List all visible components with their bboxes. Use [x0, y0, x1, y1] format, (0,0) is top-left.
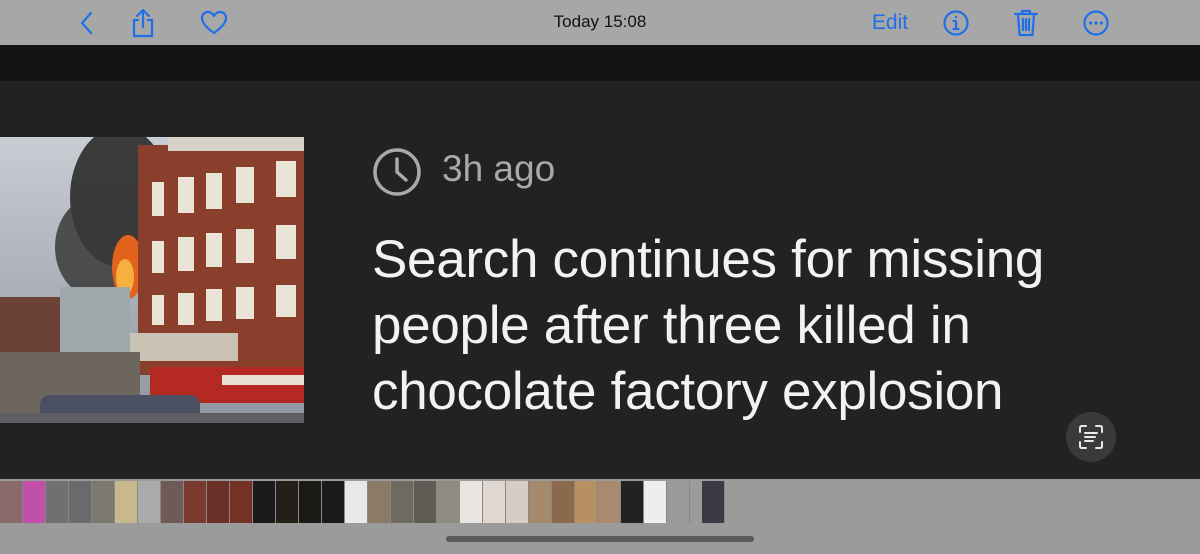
- live-text-icon: [1079, 425, 1103, 449]
- article-age: 3h ago: [442, 148, 556, 189]
- trash-icon: [1013, 9, 1039, 37]
- filmstrip-thumbnail[interactable]: [345, 481, 368, 523]
- filmstrip-thumbnail[interactable]: [414, 481, 437, 523]
- filmstrip-thumbnail[interactable]: [253, 481, 276, 523]
- clock-icon: [372, 147, 422, 202]
- info-button[interactable]: [942, 6, 970, 40]
- filmstrip-thumbnail[interactable]: [368, 481, 391, 523]
- filmstrip-thumbnail[interactable]: [460, 481, 483, 523]
- filmstrip-thumbnail[interactable]: [437, 481, 460, 523]
- filmstrip-thumbnail[interactable]: [621, 481, 644, 523]
- more-button[interactable]: [1082, 6, 1110, 40]
- photo-viewer[interactable]: 3h ago Search continues for missing peop…: [0, 45, 1200, 479]
- filmstrip-thumbnail[interactable]: [575, 481, 598, 523]
- photo-filmstrip: [0, 479, 1200, 554]
- filmstrip-thumbnail[interactable]: [69, 481, 92, 523]
- filmstrip-thumbnail[interactable]: [299, 481, 322, 523]
- home-indicator: [446, 536, 754, 542]
- filmstrip-thumbnail[interactable]: [115, 481, 138, 523]
- edit-button[interactable]: Edit: [866, 6, 914, 40]
- more-icon: [1083, 10, 1109, 36]
- photos-toolbar: Today 15:08 Edit: [0, 0, 1200, 45]
- filmstrip-thumbnail[interactable]: [506, 481, 529, 523]
- filmstrip-thumbnail[interactable]: [552, 481, 575, 523]
- filmstrip-thumbnail[interactable]: [483, 481, 506, 523]
- filmstrip-thumbnail[interactable]: [702, 481, 725, 523]
- filmstrip-thumbnail[interactable]: [207, 481, 230, 523]
- filmstrip-thumbnail[interactable]: [46, 481, 69, 523]
- filmstrip-thumbnail[interactable]: [529, 481, 552, 523]
- filmstrip-thumbnail[interactable]: [667, 481, 690, 523]
- delete-button[interactable]: [1012, 6, 1040, 40]
- filmstrip-thumbnail[interactable]: [230, 481, 253, 523]
- photo-top-band: [0, 45, 1200, 81]
- filmstrip-thumbnail[interactable]: [322, 481, 345, 523]
- info-icon: [943, 10, 969, 36]
- filmstrip-thumbnail[interactable]: [161, 481, 184, 523]
- filmstrip-thumbnail[interactable]: [138, 481, 161, 523]
- article-thumbnail: [0, 137, 304, 423]
- filmstrip-thumbnail[interactable]: [276, 481, 299, 523]
- filmstrip-thumbnail[interactable]: [92, 481, 115, 523]
- filmstrip-thumbnail[interactable]: [0, 481, 23, 523]
- filmstrip-thumbnail[interactable]: [598, 481, 621, 523]
- filmstrip-thumbnail[interactable]: [644, 481, 667, 523]
- filmstrip-thumbnail[interactable]: [391, 481, 414, 523]
- live-text-button[interactable]: [1066, 412, 1116, 462]
- filmstrip-thumbnail[interactable]: [23, 481, 46, 523]
- article-headline: Search continues for missing people afte…: [372, 230, 1045, 421]
- filmstrip-thumbnail[interactable]: [184, 481, 207, 523]
